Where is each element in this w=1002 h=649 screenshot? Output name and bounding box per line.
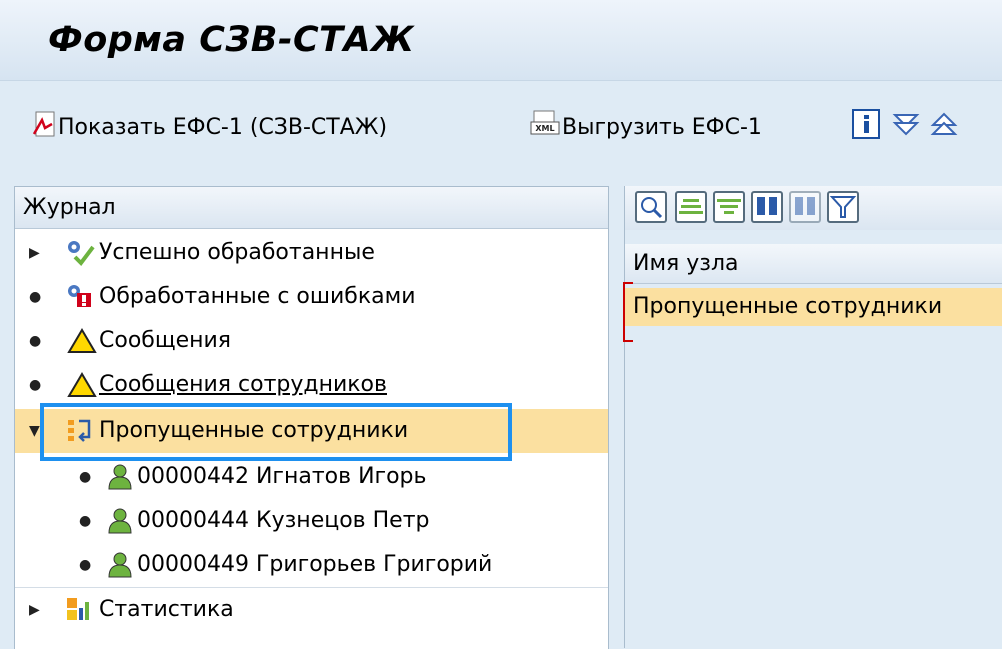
row-marker (623, 282, 633, 342)
title-bar: Форма СЗВ-СТАЖ (0, 0, 1002, 81)
xml-icon-text: XML (535, 124, 554, 133)
expand-arrow-icon[interactable]: ▶ (29, 588, 40, 632)
tree-node-label: Успешно обработанные (99, 240, 375, 265)
bullet-icon: ● (79, 513, 92, 529)
statistics-icon (65, 596, 91, 622)
find-next-icon[interactable] (789, 191, 821, 223)
filter-icon[interactable] (827, 191, 859, 223)
details-panel: Имя узла Пропущенные сотрудники (623, 186, 1002, 648)
tree-node-label: 00000449 Григорьев Григорий (137, 552, 493, 577)
person-icon (105, 507, 132, 534)
bullet-icon: ● (79, 557, 92, 573)
tree-node-label: Сообщения (99, 328, 232, 353)
sort-icon[interactable] (675, 191, 707, 223)
journal-header: Журнал (15, 187, 608, 229)
tree-node-employee-messages[interactable]: ● Сообщения сотрудников (15, 363, 608, 407)
tree-node-label: Пропущенные сотрудники (99, 418, 409, 443)
tree-node-employee[interactable]: ● 00000442 Игнатов Игорь (15, 455, 608, 499)
bullet-icon: ● (79, 469, 92, 485)
pdf-icon (32, 110, 56, 144)
page-title: Форма СЗВ-СТАЖ (48, 20, 415, 60)
table-row[interactable]: Пропущенные сотрудники (625, 288, 1002, 326)
tree-node-label: 00000442 Игнатов Игорь (137, 464, 427, 489)
bullet-icon: ● (29, 333, 42, 349)
journal-tree-panel: Журнал ▶ Успешно обработанные ● Обработа… (14, 186, 609, 649)
details-view-icon[interactable] (635, 191, 667, 223)
column-header-node-name[interactable]: Имя узла (625, 244, 1002, 284)
warning-icon (67, 327, 97, 353)
skipped-icon (65, 417, 91, 443)
tree-node-label: Сообщения сотрудников (99, 372, 387, 397)
gears-error-icon (65, 283, 91, 309)
tree-node-statistics[interactable]: ▶ Статистика (15, 587, 608, 632)
tree-node-errors[interactable]: ● Обработанные с ошибками (15, 275, 608, 319)
bullet-icon: ● (29, 289, 42, 305)
tree-node-success[interactable]: ▶ Успешно обработанные (15, 231, 608, 275)
expand-all-icon[interactable] (892, 109, 920, 139)
person-icon (105, 463, 132, 490)
expand-arrow-icon[interactable]: ▶ (29, 231, 40, 275)
tree-node-label: Статистика (99, 597, 234, 622)
info-icon[interactable] (852, 109, 880, 139)
warning-icon (67, 371, 97, 397)
show-efs-button[interactable]: Показать ЕФС-1 (СЗВ-СТАЖ) (32, 109, 387, 145)
tree-node-employee[interactable]: ● 00000449 Григорьев Григорий (15, 543, 608, 587)
export-efs-label: Выгрузить ЕФС-1 (562, 114, 762, 140)
xml-export-icon: XML (530, 110, 560, 144)
tree-node-messages[interactable]: ● Сообщения (15, 319, 608, 363)
gears-check-icon (65, 239, 95, 267)
find-icon[interactable] (751, 191, 783, 223)
bullet-icon: ● (29, 377, 42, 393)
person-icon (105, 551, 132, 578)
filter-list-icon[interactable] (713, 191, 745, 223)
show-efs-label: Показать ЕФС-1 (СЗВ-СТАЖ) (58, 114, 388, 140)
tree-node-label: Обработанные с ошибками (99, 284, 416, 309)
collapse-all-icon[interactable] (930, 109, 958, 139)
application-toolbar: Показать ЕФС-1 (СЗВ-СТАЖ) XML Выгрузить … (0, 81, 1002, 161)
export-efs-button[interactable]: XML Выгрузить ЕФС-1 (530, 109, 762, 145)
tree-node-skipped-employees[interactable]: ▼ Пропущенные сотрудники (15, 409, 608, 453)
tree-node-label: 00000444 Кузнецов Петр (137, 508, 430, 533)
details-toolbar (625, 186, 1002, 230)
tree-node-employee[interactable]: ● 00000444 Кузнецов Петр (15, 499, 608, 543)
collapse-arrow-icon[interactable]: ▼ (29, 409, 40, 453)
